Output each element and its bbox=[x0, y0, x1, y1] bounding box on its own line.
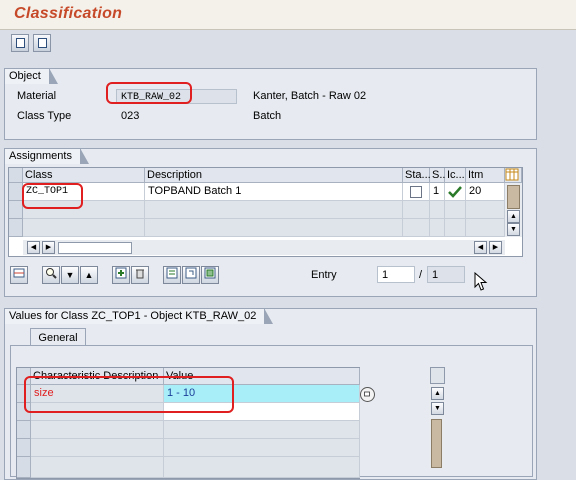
assignment-description-cell: TOPBAND Batch 1 bbox=[145, 183, 403, 201]
insert-line-icon[interactable] bbox=[10, 266, 28, 284]
class-type-value: 023 bbox=[121, 110, 140, 122]
scroll-right-icon[interactable]: ▶ bbox=[42, 241, 55, 254]
window-title: Classification bbox=[14, 5, 123, 22]
scroll-up-icon[interactable]: ▲ bbox=[431, 387, 444, 400]
empty-cell bbox=[466, 201, 505, 219]
empty-cell bbox=[164, 421, 360, 439]
row-selector[interactable] bbox=[17, 421, 31, 439]
arrow-up-icon[interactable]: ▲ bbox=[80, 266, 98, 284]
assignments-group-title: Assignments bbox=[4, 148, 89, 164]
row-selector[interactable] bbox=[9, 219, 23, 237]
empty-cell bbox=[445, 201, 466, 219]
scroll-thumb[interactable] bbox=[431, 419, 442, 468]
column-header-item[interactable]: Itm bbox=[466, 168, 505, 183]
column-header-icon[interactable]: Ic... bbox=[445, 168, 466, 183]
delete-icon[interactable] bbox=[131, 266, 149, 284]
column-header-class[interactable]: Class bbox=[23, 168, 145, 183]
object-group: Object Material KTB_RAW_02 Kanter, Batch… bbox=[4, 68, 537, 140]
assignment-item-cell[interactable]: 20 bbox=[466, 183, 505, 201]
arrow-down-icon[interactable]: ▼ bbox=[61, 266, 79, 284]
tab-general[interactable]: General bbox=[30, 328, 86, 346]
assignments-table: Class Description Sta... S... Ic... Itm … bbox=[8, 167, 523, 257]
horizontal-scrollbar[interactable]: ◀ ▶ ◀ ▶ bbox=[23, 240, 505, 255]
empty-cell bbox=[430, 219, 445, 237]
overview-icon[interactable] bbox=[182, 266, 200, 284]
title-bar: Classification bbox=[0, 0, 576, 30]
select-all-cell[interactable] bbox=[9, 168, 23, 183]
class-highlight bbox=[22, 183, 83, 209]
scroll-left-icon[interactable]: ◀ bbox=[474, 241, 487, 254]
empty-cell bbox=[145, 219, 403, 237]
scroll-thumb[interactable] bbox=[58, 242, 132, 254]
material-label: Material bbox=[17, 90, 57, 102]
add-icon[interactable] bbox=[112, 266, 130, 284]
class-type-description: Batch bbox=[253, 110, 282, 122]
empty-cell bbox=[430, 201, 445, 219]
empty-cell bbox=[31, 421, 164, 439]
class-type-label: Class Type bbox=[17, 110, 72, 122]
row-selector[interactable] bbox=[17, 439, 31, 457]
empty-cell bbox=[23, 219, 145, 237]
assignment-status-cell[interactable] bbox=[403, 183, 430, 201]
scroll-up-icon[interactable]: ▲ bbox=[507, 210, 520, 223]
empty-cell bbox=[403, 201, 430, 219]
assignment-icon-cell bbox=[445, 183, 466, 201]
value-help-icon[interactable] bbox=[360, 387, 375, 402]
object-group-title: Object bbox=[4, 68, 58, 84]
scroll-corner bbox=[430, 367, 445, 384]
details-icon[interactable] bbox=[163, 266, 181, 284]
table-settings-icon[interactable] bbox=[505, 168, 522, 183]
other-object-icon[interactable] bbox=[201, 266, 219, 284]
empty-cell bbox=[403, 219, 430, 237]
material-description: Kanter, Batch - Raw 02 bbox=[253, 90, 367, 102]
scroll-down-icon[interactable]: ▼ bbox=[507, 223, 520, 236]
empty-cell bbox=[145, 201, 403, 219]
vertical-scrollbar[interactable]: ▲ ▼ bbox=[505, 183, 522, 237]
mouse-cursor-icon bbox=[474, 272, 488, 291]
scroll-right-icon[interactable]: ▶ bbox=[489, 241, 502, 254]
scroll-left-icon[interactable]: ◀ bbox=[27, 241, 40, 254]
entry-total: 1 bbox=[427, 266, 465, 283]
column-header-description[interactable]: Description bbox=[145, 168, 403, 183]
row-selector[interactable] bbox=[9, 201, 23, 219]
empty-cell bbox=[445, 219, 466, 237]
search-icon[interactable] bbox=[42, 266, 60, 284]
assignment-s-cell: 1 bbox=[430, 183, 445, 201]
entry-label: Entry bbox=[311, 269, 337, 281]
values-group-title: Values for Class ZC_TOP1 - Object KTB_RA… bbox=[4, 308, 274, 324]
entry-field[interactable]: 1 bbox=[377, 266, 415, 283]
status-checkbox[interactable] bbox=[410, 186, 422, 198]
check-icon bbox=[448, 186, 462, 198]
empty-cell bbox=[466, 219, 505, 237]
vertical-scrollbar[interactable]: ▲ ▼ bbox=[429, 367, 445, 468]
material-highlight bbox=[106, 82, 192, 104]
print-variant-icon[interactable] bbox=[33, 34, 51, 52]
entry-separator: / bbox=[419, 269, 423, 281]
application-toolbar bbox=[0, 30, 576, 56]
empty-cell bbox=[164, 439, 360, 457]
row-selector[interactable] bbox=[9, 183, 23, 201]
column-header-status[interactable]: Sta... bbox=[403, 168, 431, 183]
scroll-down-icon[interactable]: ▼ bbox=[431, 402, 444, 415]
scroll-thumb[interactable] bbox=[507, 185, 520, 209]
empty-cell bbox=[31, 439, 164, 457]
column-header-s[interactable]: S... bbox=[430, 168, 449, 183]
save-variant-icon[interactable] bbox=[11, 34, 29, 52]
characteristic-highlight bbox=[24, 376, 234, 413]
